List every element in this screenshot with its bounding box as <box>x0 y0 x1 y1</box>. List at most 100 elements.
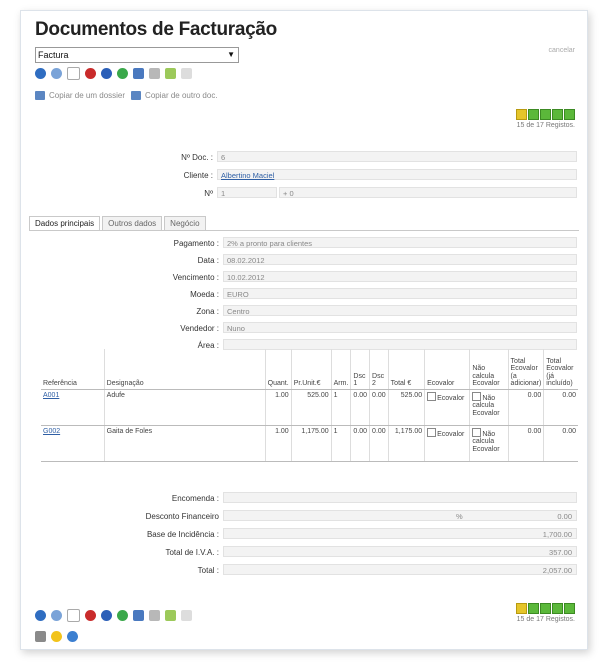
copy-from-dossier-link[interactable]: Copiar de um dossier <box>49 91 125 100</box>
total-field[interactable]: 2,057.00 <box>223 564 577 575</box>
moeda-field[interactable]: EURO <box>223 288 577 299</box>
moeda-label: Moeda : <box>190 290 219 299</box>
toolbar-bottom <box>35 609 192 622</box>
recycle-icon[interactable] <box>117 610 128 621</box>
recycle-icon[interactable] <box>117 68 128 79</box>
previous-record-button[interactable] <box>528 603 539 614</box>
print-icon[interactable] <box>133 610 144 621</box>
ecovalor-label: Ecovalor <box>437 430 465 438</box>
col-header: Designação <box>103 349 266 390</box>
doc-no-field[interactable]: 6 <box>217 151 577 162</box>
desconto-financeiro-field[interactable]: % 0.00 <box>223 510 577 521</box>
ecovalor-cell: Ecovalor <box>424 425 470 462</box>
export-icon[interactable] <box>165 610 176 621</box>
table-row: G002 Gaita de Foles 1.00 1,175.00 1 0.00… <box>41 425 578 462</box>
document-type-select[interactable]: Factura ▼ <box>35 47 239 63</box>
ecovalor-checkbox[interactable] <box>427 391 437 401</box>
percent-sign: % <box>456 512 463 521</box>
col-header: Dsc 1 <box>350 349 370 390</box>
tools-icon[interactable] <box>149 68 160 79</box>
edit-icon[interactable] <box>181 610 192 621</box>
tab-dados-principais[interactable]: Dados principais <box>29 216 101 230</box>
previous-record-button[interactable] <box>528 109 539 120</box>
table-header-row: Referência Designação Quant. Pr.Unit.€ A… <box>41 349 578 390</box>
export-icon[interactable] <box>165 68 176 79</box>
reference-link[interactable]: G002 <box>43 428 60 435</box>
next-record-button[interactable] <box>540 603 551 614</box>
warehouse-cell: 1 <box>330 425 351 462</box>
dossier-icon <box>35 91 45 100</box>
zona-field[interactable]: Centro <box>223 305 577 316</box>
cancel-link[interactable]: cancelar <box>549 47 575 54</box>
zona-label: Zona : <box>196 307 219 316</box>
tab-divider <box>29 230 579 231</box>
star-icon[interactable] <box>51 631 62 642</box>
vendedor-field[interactable]: Nuno <box>223 322 577 333</box>
tab-negocio[interactable]: Negócio <box>164 216 206 230</box>
col-header: Referência <box>41 349 105 390</box>
col-header: Dsc 2 <box>369 349 389 390</box>
first-record-button[interactable] <box>516 603 527 614</box>
desconto-financeiro-label: Desconto Financeiro <box>145 512 219 521</box>
pager-bottom: 15 de 17 Registos. <box>516 603 575 623</box>
edit-icon[interactable] <box>181 68 192 79</box>
document-icon <box>131 91 142 100</box>
arrow-icon[interactable] <box>35 610 46 621</box>
ecovalor-checkbox[interactable] <box>427 427 437 437</box>
nao-calcula-checkbox[interactable] <box>472 427 482 437</box>
col-header: Não calcula Ecovalor <box>469 349 509 390</box>
next-record-button[interactable] <box>540 109 551 120</box>
line-items-table: Referência Designação Quant. Pr.Unit.€ A… <box>41 349 578 462</box>
new-doc-icon[interactable] <box>67 609 80 622</box>
info-icon[interactable] <box>101 68 112 79</box>
col-header: Total € <box>387 349 425 390</box>
delete-icon[interactable] <box>85 68 96 79</box>
total-cell: 525.00 <box>387 389 425 426</box>
no-extra-field[interactable]: + 0 <box>279 187 577 198</box>
search-icon[interactable] <box>51 68 62 79</box>
vencimento-field[interactable]: 10.02.2012 <box>223 271 577 282</box>
last-record-button[interactable] <box>552 603 563 614</box>
cliente-label: Cliente : <box>183 171 213 180</box>
refresh-record-button[interactable] <box>564 603 575 614</box>
no-field[interactable]: 1 <box>217 187 277 198</box>
reference-link[interactable]: A001 <box>43 392 59 399</box>
ecovalor-incl-cell: 0.00 <box>543 425 578 462</box>
encomenda-field[interactable] <box>223 492 577 503</box>
print-icon[interactable] <box>133 68 144 79</box>
base-incidencia-field[interactable]: 1,700.00 <box>223 528 577 539</box>
designation-cell: Adufe <box>103 389 266 426</box>
discount1-cell: 0.00 <box>350 425 370 462</box>
record-counter: 15 de 17 Registos. <box>516 616 575 623</box>
arrow-icon[interactable] <box>35 68 46 79</box>
total-iva-field[interactable]: 357.00 <box>223 546 577 557</box>
first-record-button[interactable] <box>516 109 527 120</box>
vendedor-label: Vendedor : <box>180 324 219 333</box>
cliente-field[interactable]: Albertino Maciel <box>217 169 577 180</box>
toolbar-top <box>35 67 192 80</box>
folder-icon[interactable] <box>35 631 46 642</box>
help-icon[interactable] <box>67 631 78 642</box>
tab-outros-dados[interactable]: Outros dados <box>102 216 163 230</box>
search-icon[interactable] <box>51 610 62 621</box>
vencimento-label: Vencimento : <box>172 273 219 282</box>
info-icon[interactable] <box>101 610 112 621</box>
delete-icon[interactable] <box>85 610 96 621</box>
chevron-down-icon: ▼ <box>227 50 235 59</box>
ecovalor-incl-cell: 0.00 <box>543 389 578 426</box>
tab-bar: Dados principais Outros dados Negócio <box>29 216 208 230</box>
copy-from-other-link[interactable]: Copiar de outro doc. <box>145 91 218 100</box>
nao-calcula-checkbox[interactable] <box>472 391 482 401</box>
unit-price-cell: 1,175.00 <box>290 425 332 462</box>
table-row: A001 Adufe 1.00 525.00 1 0.00 0.00 525.0… <box>41 389 578 426</box>
last-record-button[interactable] <box>552 109 563 120</box>
tools-icon[interactable] <box>149 610 160 621</box>
document-panel: Documentos de Facturação Factura ▼ cance… <box>20 10 588 650</box>
new-doc-icon[interactable] <box>67 67 80 80</box>
pagamento-field[interactable]: 2% a pronto para clientes <box>223 237 577 248</box>
col-header: Pr.Unit.€ <box>290 349 332 390</box>
data-field[interactable]: 08.02.2012 <box>223 254 577 265</box>
total-cell: 1,175.00 <box>387 425 425 462</box>
desconto-financeiro-value: 0.00 <box>557 512 572 521</box>
refresh-record-button[interactable] <box>564 109 575 120</box>
